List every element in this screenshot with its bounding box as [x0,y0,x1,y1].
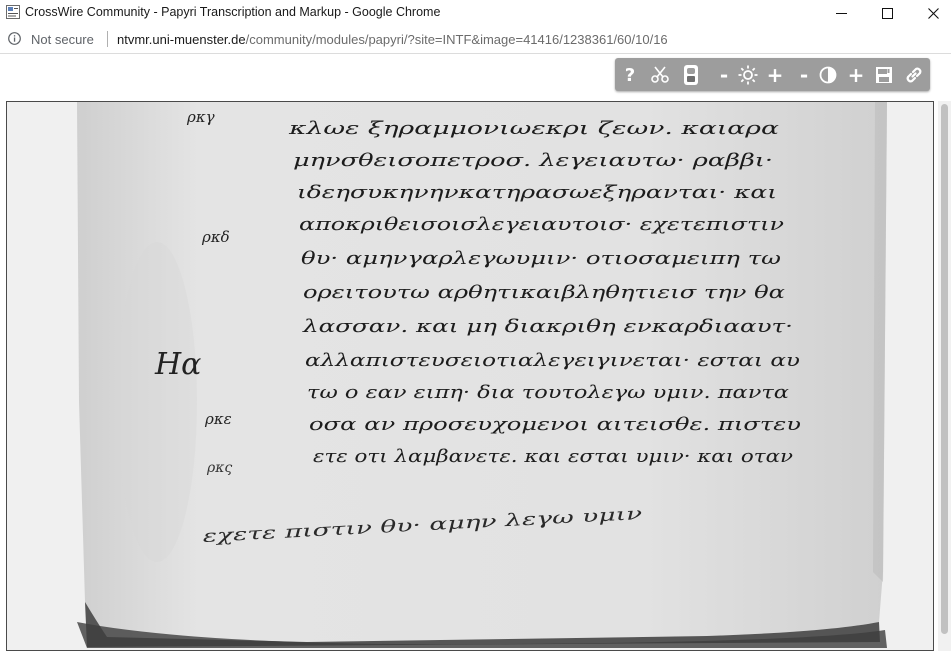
manuscript-line: θυ· αμηνγαρλεγωυμιν· οτιοσαμειπη τω [301,248,781,269]
margin-note: Ηα [154,347,201,382]
manuscript-line: λασσαν. και μη διακριθη ενκαρδιααυτ· [302,316,793,337]
brightness-increase-icon: + [766,63,784,87]
scissors-icon [651,66,669,83]
margin-note: ρκδ [201,228,230,246]
url-text[interactable]: ntvmr.uni-muenster.de/community/modules/… [117,32,668,47]
contrast-decrease-icon: - [799,63,809,87]
close-window-button[interactable] [910,0,951,26]
save-image-button[interactable] [872,63,896,87]
maximize-button[interactable] [864,0,910,26]
app-icon [6,5,20,19]
scrollbar-thumb[interactable] [941,104,948,634]
contrast-decrease-button[interactable]: - [792,63,816,87]
link-icon [906,67,922,83]
manuscript-image-viewer[interactable]: ρκγ ρκδ Ηα ρκε ρκς κλωε ξηραμμονιωεκρι ζ… [6,101,934,651]
manuscript-line: κλωε ξηραμμονιωεκρι ζεων. καιαρα [288,118,779,139]
manuscript-line: ιδεησυκηνηνκατηρασωεξηρανται· και [297,182,777,203]
close-icon [927,7,939,19]
link-button[interactable] [902,63,926,87]
image-toggle-icon [684,65,698,85]
page-content: ? - + - + ρκγ ρκδ Ηα ρκε ρκς κλωε ξηραμμ… [0,54,951,656]
minimize-button[interactable] [818,0,864,26]
save-image-icon [876,67,892,83]
brightness-increase-button[interactable]: + [763,63,787,87]
manuscript-line: τω ο εαν ειπη· δια τουτολεγω υμιν. παντα [307,382,789,403]
margin-note: ρκς [206,460,232,476]
address-separator [107,31,108,47]
window-title-bar: CrossWire Community - Papyri Transcripti… [0,0,951,26]
window-title: CrossWire Community - Papyri Transcripti… [25,5,441,19]
manuscript-image[interactable]: ρκγ ρκδ Ηα ρκε ρκς κλωε ξηραμμονιωεκρι ζ… [7,102,933,650]
image-toolbar: ? - + - + [615,58,930,91]
brightness-decrease-icon: - [719,63,729,87]
image-toggle-button[interactable] [679,63,703,87]
brightness-icon [738,65,758,85]
url-path: /community/modules/papyri/?site=INTF&ima… [245,32,668,47]
margin-note: ρκε [204,410,232,428]
manuscript-line: ορειτουτω αρθητικαιβληθητιεισ την θα [303,282,785,303]
url-host: ntvmr.uni-muenster.de [117,32,246,47]
brightness-button[interactable] [736,63,760,87]
address-bar[interactable]: Not secure ntvmr.uni-muenster.de/communi… [0,26,951,54]
crop-button[interactable] [648,63,672,87]
minimize-icon [835,12,847,14]
maximize-icon [881,7,893,19]
contrast-button[interactable] [816,63,840,87]
contrast-icon [819,66,837,84]
info-icon[interactable] [8,32,21,45]
contrast-increase-icon: + [847,63,865,87]
manuscript-line: αλλαπιστευσειοτιαλεγειγινεται· εσται αυ [305,350,800,371]
manuscript-line: μηνσθεισοπετροσ. λεγειαυτω· ραββι· [293,150,773,171]
manuscript-line: αποκριθεισοισλεγειαυτοισ· εχετεπιστιν [299,214,784,235]
help-button[interactable]: ? [618,63,642,87]
manuscript-line: ετε οτι λαμβανετε. και εσται υμιν· και ο… [313,446,793,467]
security-status[interactable]: Not secure [31,32,94,47]
manuscript-line: οσα αν προσευχομενοι αιτεισθε. πιστευ [309,414,801,435]
brightness-decrease-button[interactable]: - [712,63,736,87]
vertical-scrollbar[interactable] [938,101,951,651]
margin-note: ρκγ [186,108,215,126]
help-icon: ? [624,64,636,86]
contrast-increase-button[interactable]: + [844,63,868,87]
